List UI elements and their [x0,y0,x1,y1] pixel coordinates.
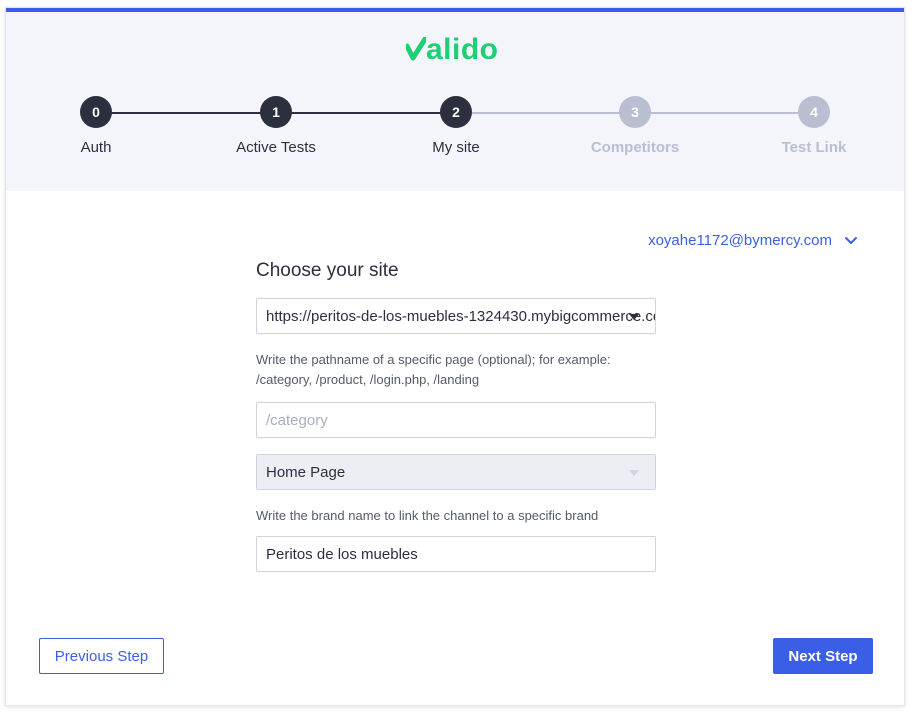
step-number: 0 [80,96,112,128]
step-competitors: 3 Competitors [555,96,715,156]
dropdown-caret-icon [629,314,639,320]
site-select[interactable]: https://peritos-de-los-muebles-1324430.m… [256,298,656,334]
form-title: Choose your site [256,260,399,281]
step-number: 4 [798,96,830,128]
next-step-button[interactable]: Next Step [773,638,873,674]
step-label: Active Tests [236,139,316,156]
pathname-input[interactable] [256,402,656,438]
brand-name-input[interactable] [256,536,656,572]
wizard-header: alido 0 Auth 1 Active Tests 2 My site 3 … [6,12,904,191]
wizard-window: alido 0 Auth 1 Active Tests 2 My site 3 … [5,7,905,706]
step-my-site[interactable]: 2 My site [376,96,536,156]
pathname-hint: Write the pathname of a specific page (o… [256,352,611,387]
chevron-down-icon [845,236,857,244]
step-label: Competitors [590,139,680,156]
brand-hint: Write the brand name to link the channel… [256,508,599,523]
step-test-link: 4 Test Link [734,96,894,156]
account-menu[interactable]: xoyahe1172@bymercy.com [648,232,858,249]
step-active-tests[interactable]: 1 Active Tests [196,96,356,156]
step-label: Test Link [781,139,847,156]
previous-step-button[interactable]: Previous Step [39,638,164,674]
check-logo-icon [406,37,426,61]
dropdown-caret-icon [629,470,639,476]
valido-logo: alido [406,33,499,67]
account-email: xoyahe1172@bymercy.com [648,232,832,249]
step-label: Auth [80,139,112,156]
stepper: 0 Auth 1 Active Tests 2 My site 3 Compet… [6,94,904,174]
site-form: Choose your site https://peritos-de-los-… [256,260,656,572]
step-number: 2 [440,96,472,128]
step-number: 1 [260,96,292,128]
step-number: 3 [619,96,651,128]
logo-text: alido [426,33,499,66]
page-type-select[interactable]: Home Page [256,454,656,490]
step-label: My site [432,139,480,156]
site-select-value: https://peritos-de-los-muebles-1324430.m… [266,307,656,325]
step-auth[interactable]: 0 Auth [16,96,176,156]
page-type-value: Home Page [266,463,346,481]
